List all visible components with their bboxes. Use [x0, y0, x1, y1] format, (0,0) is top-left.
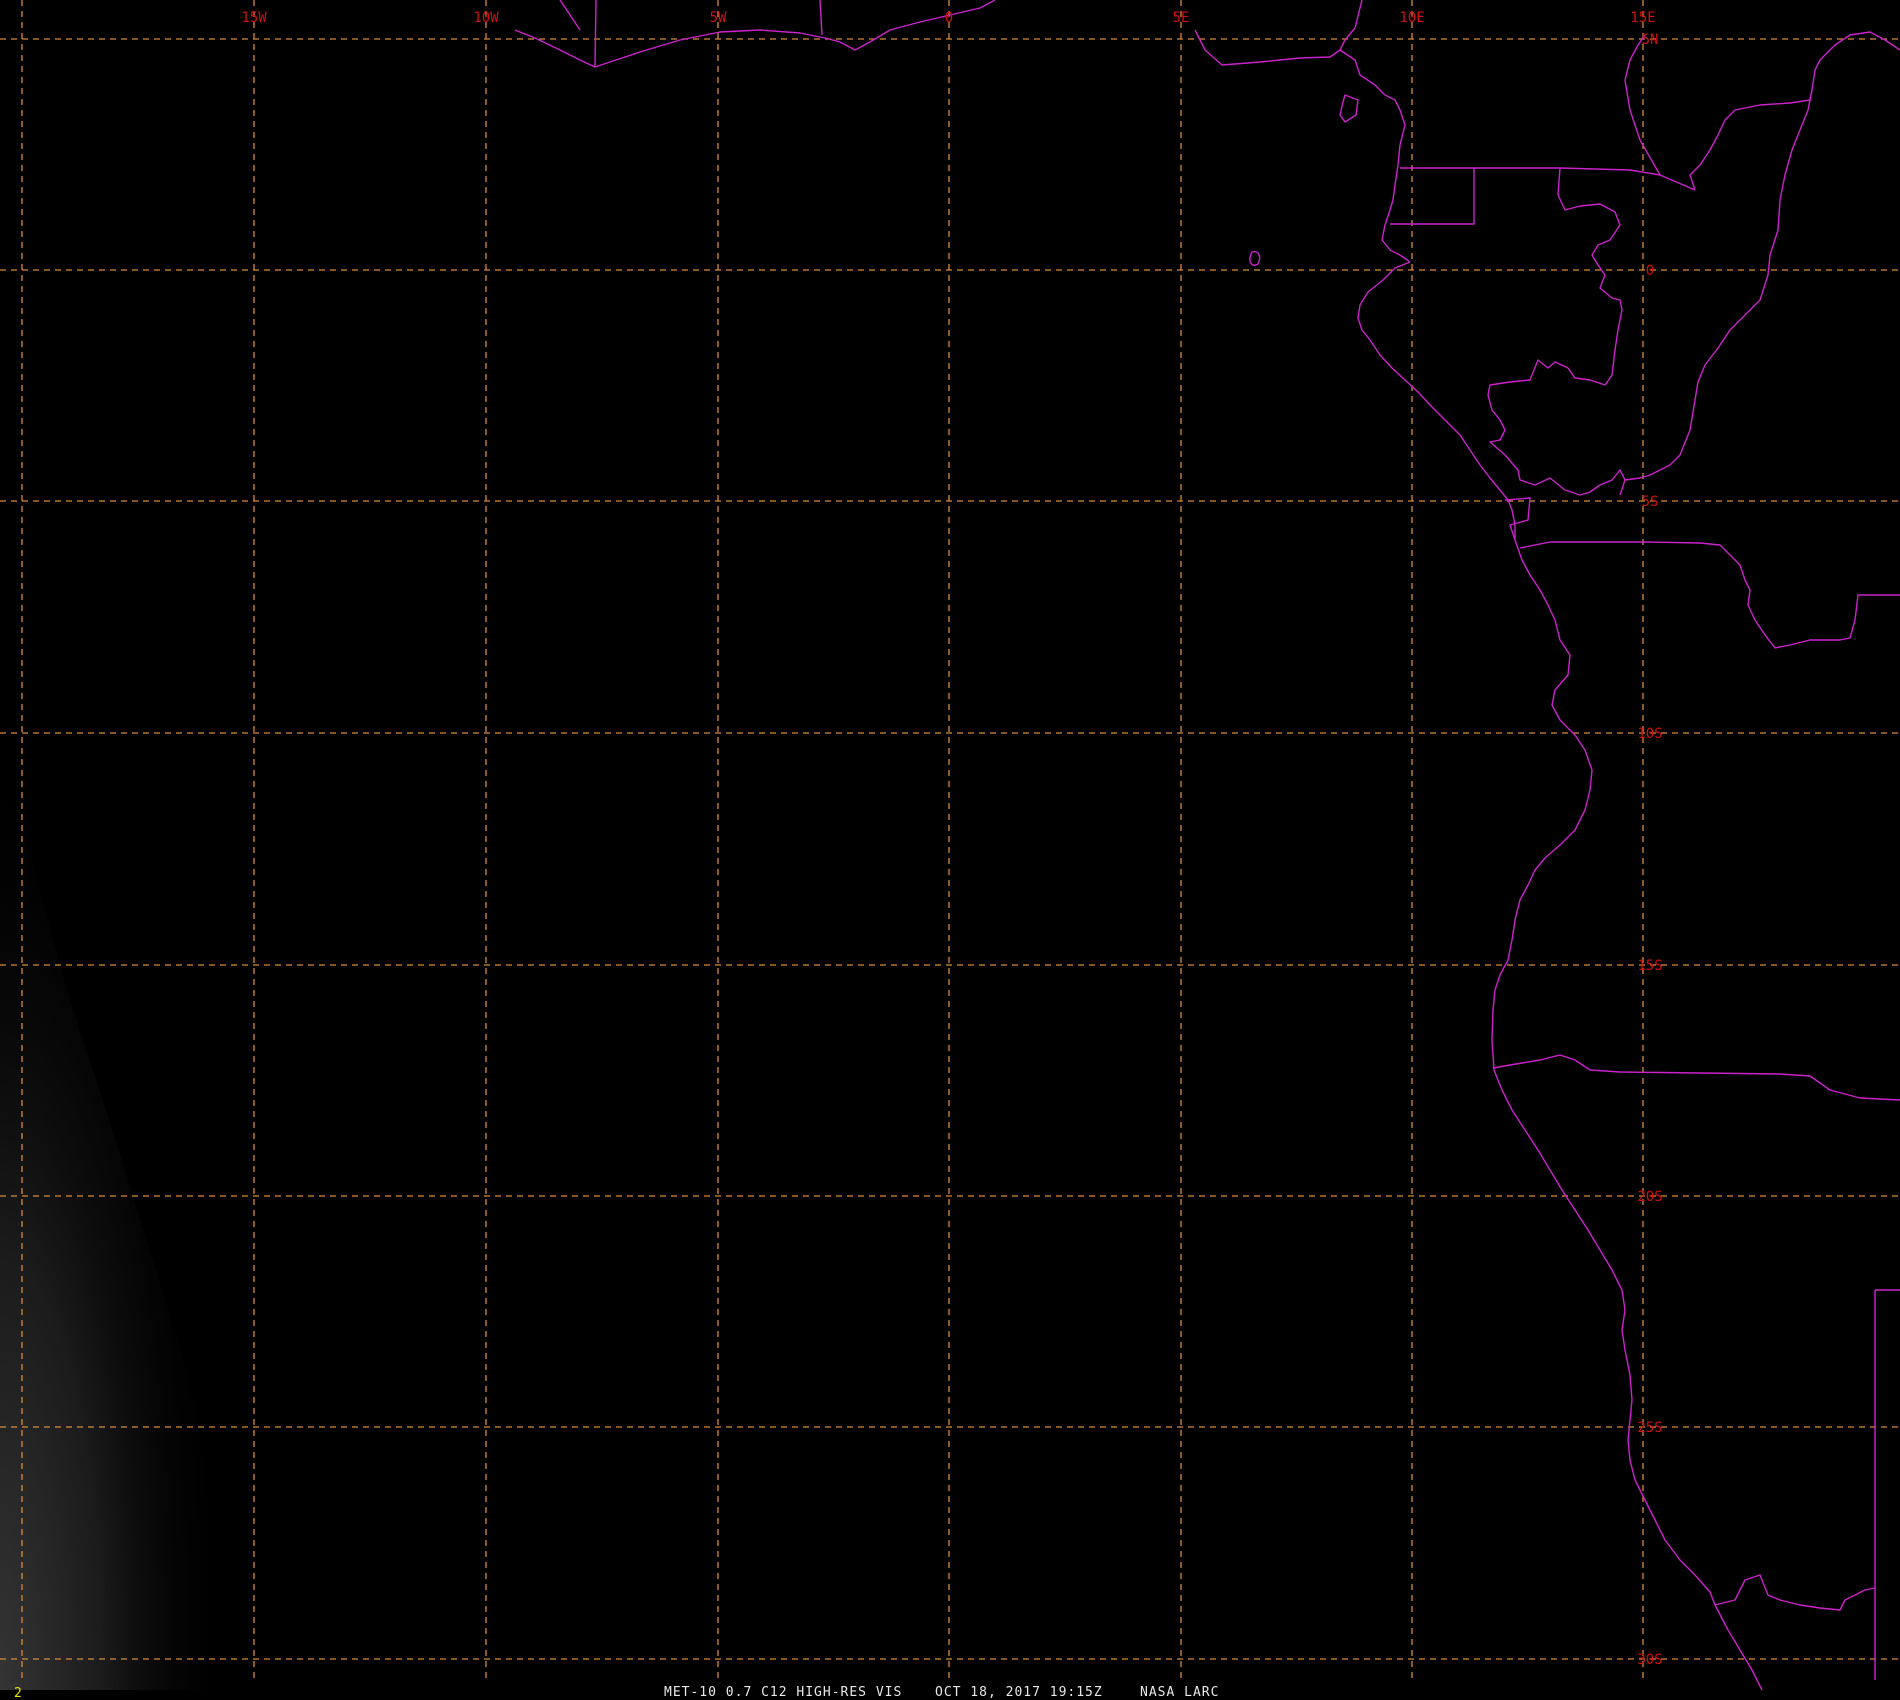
latitude-label: 5S: [1642, 494, 1659, 510]
longitude-label: 5E: [1173, 10, 1190, 26]
longitude-label: 0: [945, 10, 953, 26]
latitude-label: 15S: [1637, 958, 1662, 974]
latitude-label: 0: [1646, 263, 1654, 279]
footer-source: NASA LARC: [1140, 1685, 1219, 1700]
longitude-label: 10E: [1399, 10, 1424, 26]
latitude-label: 20S: [1637, 1189, 1662, 1205]
longitude-label: 15E: [1630, 10, 1655, 26]
latitude-label: 10S: [1637, 726, 1662, 742]
latitude-label: 5N: [1642, 32, 1659, 48]
footer-datetime: OCT 18, 2017 19:15Z: [935, 1685, 1103, 1700]
satellite-map: 15W 10W 5W 0 5E 10E 15E 5N 0 5S 10S 15S 20S 25S 30S 2…: [0, 0, 1900, 1700]
latitude-label: 30S: [1637, 1652, 1662, 1668]
longitude-label: 10W: [473, 10, 499, 26]
frame-number: 2: [14, 1686, 22, 1700]
map-background: [0, 0, 1900, 1700]
latitude-label: 25S: [1637, 1420, 1662, 1436]
longitude-label: 5W: [710, 10, 727, 26]
border-ghana-togo: [594, 0, 597, 68]
longitude-label: 15W: [241, 10, 267, 26]
footer-satellite: MET-10 0.7 C12 HIGH-RES VIS: [664, 1685, 902, 1700]
